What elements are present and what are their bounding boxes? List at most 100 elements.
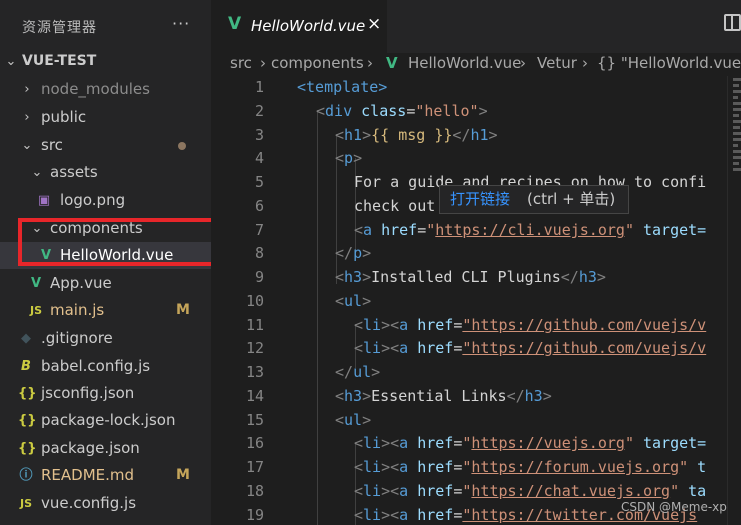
vue-file-icon: V (386, 54, 398, 72)
editor-tab-bar: V HelloWorld.vue × (211, 0, 741, 53)
tree-item-package-json[interactable]: {} package.json (0, 435, 211, 462)
image-file-icon: ▣ (37, 193, 51, 208)
tree-item-label: public (41, 108, 87, 126)
watermark: CSDN @Meme-xp (621, 500, 727, 514)
code-line: <ul> (335, 292, 372, 310)
tree-item-gitignore[interactable]: ◆ .gitignore (0, 325, 211, 352)
chevron-right-icon: › (24, 110, 30, 125)
tree-item-logo-png[interactable]: ▣ logo.png (0, 187, 211, 214)
modified-badge: M (176, 302, 190, 318)
tree-item-label: components (50, 219, 143, 237)
indent-guide (317, 110, 318, 525)
breadcrumb-components[interactable]: components (271, 53, 364, 73)
json-file-icon: {} (18, 413, 37, 428)
code-line: check out (354, 197, 436, 215)
code-line: <li><a href="https://github.com/vuejs/v (354, 316, 707, 334)
code-line: <li><a href="https://forum.vuejs.org" t (354, 458, 707, 476)
code-line: </ul> (335, 363, 381, 381)
tree-item-vue-config[interactable]: JS vue.config.js (0, 490, 211, 517)
minimap-line (733, 120, 741, 123)
minimap-line (733, 150, 741, 153)
minimap-line (733, 132, 741, 135)
breadcrumb: src › components › V HelloWorld.vue › Ve… (211, 53, 741, 75)
line-number: 2 (254, 102, 264, 120)
tree-item-package-lock[interactable]: {} package-lock.json (0, 407, 211, 434)
tree-item-public[interactable]: › public (0, 104, 211, 131)
tree-item-label: package-lock.json (41, 411, 176, 429)
breadcrumb-symbol[interactable]: {} "HelloWorld.vue" (597, 53, 741, 73)
code-line: <div class="hello"> (316, 102, 488, 120)
line-number: 7 (254, 221, 264, 239)
line-number: 8 (254, 244, 264, 262)
line-number: 3 (254, 126, 264, 144)
babel-file-icon: B (21, 359, 31, 374)
tree-item-main-js[interactable]: JS main.js M (0, 297, 211, 324)
line-number: 17 (245, 458, 264, 476)
explorer-sidebar: 资源管理器 ··· ⌄ VUE-TEST › node_modules › pu… (0, 0, 211, 525)
breadcrumb-src[interactable]: src (230, 53, 252, 73)
root-label: VUE-TEST (22, 53, 97, 69)
chevron-down-icon: ⌄ (31, 165, 43, 180)
vue-file-icon: V (228, 14, 242, 34)
chevron-down-icon: ⌄ (21, 138, 33, 153)
breadcrumb-file[interactable]: HelloWorld.vue (408, 53, 521, 73)
code-line: <li><a href="https://github.com/vuejs/v (354, 339, 707, 357)
tab-label: HelloWorld.vue (251, 17, 366, 35)
code-link[interactable]: https://forum.vuejs.org (471, 458, 679, 476)
close-icon[interactable]: × (367, 14, 381, 34)
line-number: 16 (245, 434, 264, 452)
tree-item-label: package.json (41, 439, 140, 457)
tree-item-label: main.js (50, 301, 105, 319)
tree-item-label: HelloWorld.vue (60, 246, 174, 264)
line-number: 4 (254, 149, 264, 167)
code-line: <h1>{{ msg }}</h1> (335, 126, 498, 144)
minimap-line (733, 114, 739, 117)
code-line: <li><a href="https://vuejs.org" target= (354, 434, 707, 452)
minimap-line (733, 90, 741, 93)
code-editor[interactable]: 1 2 3 4 5 6 7 8 9 10 11 12 13 14 15 16 1… (211, 76, 741, 525)
tab-helloworld-vue[interactable]: V HelloWorld.vue × (211, 0, 387, 53)
code-line: <h3>Installed CLI Plugins</h3> (335, 268, 606, 286)
tree-item-jsconfig[interactable]: {} jsconfig.json (0, 380, 211, 407)
tree-item-app-vue[interactable]: V App.vue (0, 270, 211, 297)
code-link[interactable]: "https://github.com/vuejs/v (462, 339, 706, 357)
tree-item-assets[interactable]: ⌄ assets (0, 159, 211, 186)
chevron-down-icon: ⌄ (31, 221, 43, 236)
line-number: 9 (254, 268, 264, 286)
code-line: <a href="https://cli.vuejs.org" target= (354, 221, 707, 239)
modified-dot-icon (178, 142, 186, 150)
tree-item-src[interactable]: ⌄ src (0, 132, 211, 159)
code-link[interactable]: https://cli.vuejs.org (435, 221, 625, 239)
code-link[interactable]: "https://github.com/vuejs/v (462, 316, 706, 334)
javascript-file-icon: JS (19, 497, 32, 510)
minimap-line (733, 138, 741, 141)
tree-item-helloworld-vue[interactable]: V HelloWorld.vue (0, 242, 211, 269)
tree-item-label: README.md (41, 466, 135, 484)
breadcrumb-vetur[interactable]: Vetur (537, 53, 577, 73)
tree-item-node-modules[interactable]: › node_modules (0, 76, 211, 103)
line-number: 13 (245, 363, 264, 381)
tree-item-label: .gitignore (41, 329, 113, 347)
open-link-action[interactable]: 打开链接 (450, 186, 510, 213)
chevron-right-icon: › (24, 82, 30, 97)
line-number: 10 (245, 292, 264, 310)
line-number: 11 (245, 316, 264, 334)
breadcrumb-separator: › (260, 54, 266, 72)
minimap-line (733, 84, 739, 87)
code-link[interactable]: https://vuejs.org (471, 434, 625, 452)
git-file-icon: ◆ (21, 331, 31, 346)
info-file-icon: ⓘ (19, 468, 33, 483)
code-line: <p> (335, 149, 363, 167)
tree-item-babel-config[interactable]: B babel.config.js (0, 353, 211, 380)
code-line: <li><a href="https://chat.vuejs.org" ta (354, 482, 707, 500)
more-actions-icon[interactable]: ··· (172, 14, 190, 33)
code-line: </p> (335, 244, 372, 262)
tree-root[interactable]: ⌄ VUE-TEST (0, 48, 211, 75)
code-link[interactable]: https://chat.vuejs.org (471, 482, 670, 500)
split-editor-icon[interactable] (724, 14, 741, 31)
line-number: 5 (254, 173, 264, 191)
tree-item-components[interactable]: ⌄ components (0, 215, 211, 242)
line-number: 6 (254, 197, 264, 215)
modified-badge: M (176, 467, 190, 483)
tree-item-readme[interactable]: ⓘ README.md M (0, 462, 211, 489)
